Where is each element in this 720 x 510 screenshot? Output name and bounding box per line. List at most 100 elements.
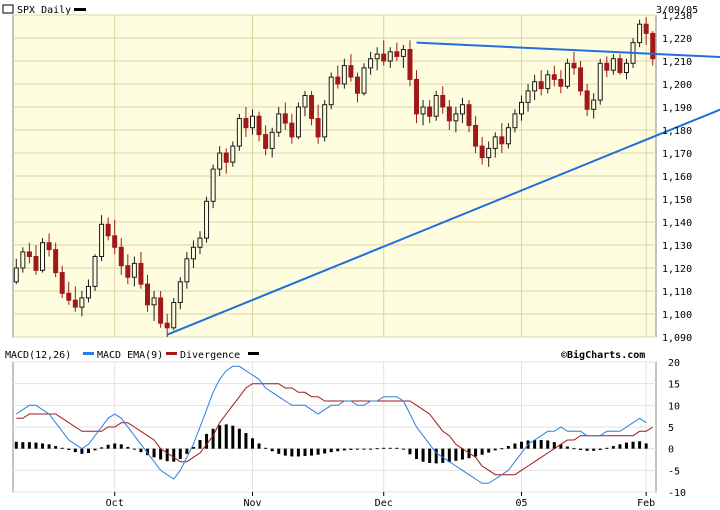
divergence-bar [93, 448, 97, 451]
candle [433, 90, 439, 121]
candle-body-up [591, 99, 597, 110]
candle-body-up [217, 152, 223, 170]
price-tick-label: 1,220 [662, 34, 692, 45]
divergence-bar [447, 448, 451, 463]
candle-body-down [282, 113, 288, 124]
divergence-bar [428, 448, 432, 463]
divergence-bar [349, 448, 353, 450]
divergence-bar [618, 444, 622, 449]
candle [322, 100, 328, 142]
divergence-bar [388, 447, 392, 449]
candle-body-up [486, 147, 492, 159]
divergence-bar [152, 448, 156, 458]
candle-body-up [302, 95, 308, 108]
divergence-bar [355, 448, 359, 450]
divergence-bar [21, 442, 25, 449]
x-tick-label: Feb [637, 498, 655, 509]
price-tick-label: 1,130 [662, 241, 692, 252]
divergence-bar [172, 448, 176, 462]
divergence-bar [34, 442, 38, 449]
divergence-bar [100, 447, 104, 449]
candle-body-up [276, 113, 282, 133]
price-tick-label: 1,120 [662, 264, 692, 275]
price-tick-label: 1,170 [662, 149, 692, 160]
panel-toggle-icon[interactable] [2, 4, 14, 14]
candle [328, 72, 334, 110]
divergence-bar [218, 425, 222, 449]
x-axis: OctNovDec05FebMar [106, 492, 655, 509]
candle-body-down [26, 251, 32, 257]
candle-body-down [499, 136, 505, 145]
divergence-bar [277, 448, 281, 454]
candle-body-down [315, 118, 321, 138]
candle-body-up [400, 49, 406, 57]
candle-body-down [551, 74, 557, 80]
candle-body-down [72, 299, 78, 308]
candle-body-down [289, 122, 295, 138]
x-tick-label: Nov [243, 498, 261, 509]
divergence-bar [80, 448, 84, 454]
divergence-bar [67, 448, 71, 450]
divergence-bar [519, 441, 523, 449]
divergence-bar [592, 448, 596, 451]
divergence-bar [198, 440, 202, 449]
candle-body-down [650, 32, 656, 60]
candle-body-up [131, 262, 137, 278]
candle-body-up [204, 200, 210, 239]
candle-body-down [309, 95, 315, 119]
candle-body-up [387, 51, 393, 62]
candle-body-down [617, 58, 623, 74]
divergence-bar [579, 448, 583, 450]
divergence-bar [310, 448, 314, 456]
candle-body-down [473, 124, 479, 147]
candle-body-down [335, 76, 341, 85]
divergence-bar [106, 444, 110, 449]
divergence-bar [86, 448, 90, 453]
candle-body-up [545, 74, 551, 90]
divergence-bar [329, 448, 333, 453]
macd-tick-label: -10 [668, 488, 686, 499]
divergence-bar [598, 448, 602, 450]
macd-legend-swatch [83, 352, 94, 355]
candle-body-up [525, 90, 531, 103]
candle-body-down [112, 235, 118, 248]
divergence-bar [264, 447, 268, 449]
divergence-bar [290, 448, 294, 457]
candle-body-down [538, 81, 544, 90]
candle-body-down [66, 292, 72, 301]
candle-body-down [105, 223, 111, 237]
divergence-bar [513, 443, 517, 449]
candle-body-down [354, 76, 360, 94]
price-tick-label: 1,230 [662, 11, 692, 22]
price-tick-label: 1,200 [662, 80, 692, 91]
divergence-bar [460, 448, 464, 460]
divergence-bar [211, 428, 215, 449]
divergence-bar [631, 441, 635, 449]
price-legend-swatch [74, 8, 86, 11]
divergence-legend-swatch [248, 352, 259, 355]
candle-body-up [564, 62, 570, 87]
candle-body-down [125, 265, 131, 278]
divergence-bar [296, 448, 300, 457]
divergence-bar [382, 447, 386, 449]
candle-body-up [184, 258, 190, 283]
chart-canvas: SPX Daily 3/09/05 1,0901,1001,1101,1201,… [2, 4, 720, 509]
candle-body-down [118, 246, 124, 267]
candle-body-up [197, 237, 203, 248]
divergence-bar [369, 448, 373, 450]
divergence-bar [250, 438, 254, 449]
candle-body-down [138, 262, 144, 285]
x-tick-label: 05 [515, 498, 527, 509]
divergence-bar [644, 443, 648, 449]
candle-body-down [158, 297, 164, 324]
macd-tick-label: 0 [668, 445, 674, 456]
divergence-bar [257, 443, 261, 449]
candle-body-up [20, 251, 26, 269]
candle-body-up [368, 58, 374, 69]
candle-body-up [623, 62, 629, 73]
price-tick-label: 1,150 [662, 195, 692, 206]
candle [40, 238, 46, 273]
price-tick-label: 1,190 [662, 103, 692, 114]
candle-body-up [13, 267, 19, 283]
divergence-bar [454, 448, 458, 461]
